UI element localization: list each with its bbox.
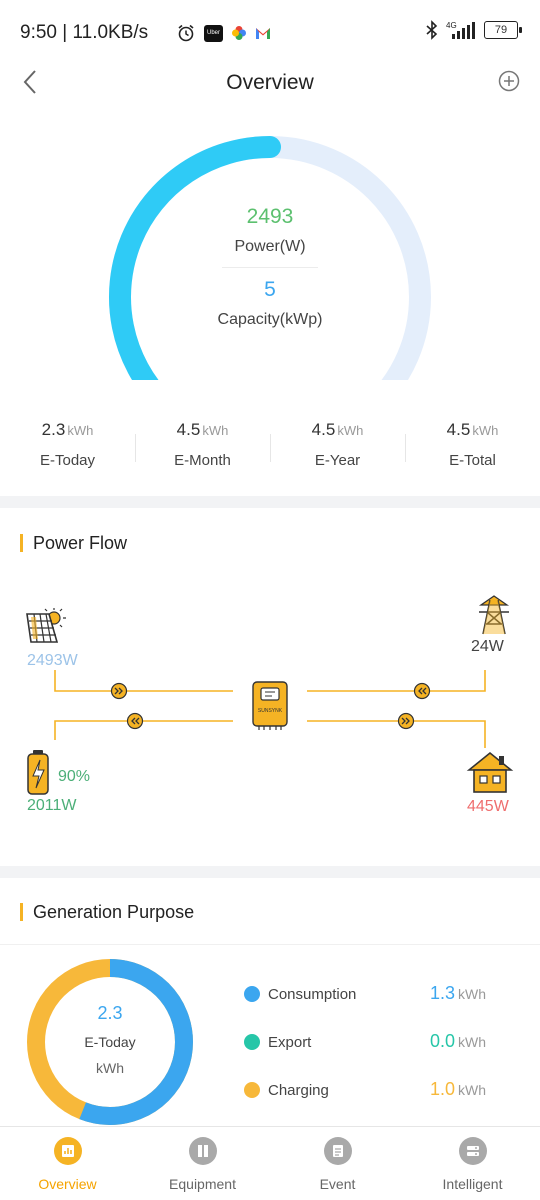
nav-label: Intelligent	[442, 1176, 503, 1192]
donut-value: 2.3	[97, 1003, 123, 1023]
legend-dot	[244, 1034, 260, 1050]
photos-icon	[232, 26, 246, 40]
nav-intelligent[interactable]: Intelligent	[405, 1127, 540, 1200]
grid-tower-icon	[478, 595, 510, 635]
legend-name: Charging	[268, 1082, 329, 1099]
legend-dot	[244, 986, 260, 1002]
legend-value: 1.3	[430, 983, 456, 1003]
solar-panel-icon	[26, 608, 66, 643]
legend-value-group: 0.0 kWh	[430, 1031, 486, 1052]
signal-icon: 4G	[446, 21, 475, 39]
flow-arrow-battery	[126, 712, 144, 730]
house-icon	[466, 751, 514, 793]
network-type: 4G	[446, 21, 457, 30]
uber-icon: Uber	[204, 24, 223, 42]
bluetooth-icon	[426, 20, 438, 40]
stat-label: E-Total	[449, 452, 496, 469]
inverter-brand: SUNSYNK	[258, 708, 283, 714]
stat-label: E-Year	[314, 452, 361, 469]
overview-icon	[53, 1137, 82, 1165]
legend-charging[interactable]: Charging 1.0 kWh	[244, 1078, 514, 1126]
stat-value: 4.5	[446, 420, 471, 439]
legend-value: 0.0	[430, 1031, 456, 1051]
inverter-icon: SUNSYNK	[252, 681, 288, 730]
solar-power: 2493W	[27, 652, 78, 669]
legend-name: Export	[268, 1034, 312, 1051]
generation-divider	[0, 944, 540, 945]
status-bar: 9:50 | 11.0KB/s Uber 4G 79	[0, 0, 540, 64]
legend-unit: kWh	[458, 1082, 487, 1098]
flow-arrow-solar	[110, 682, 128, 700]
legend-value-group: 1.3 kWh	[430, 983, 486, 1004]
gauge-readout: 2493 Power(W) 5 Capacity(kWp)	[170, 205, 370, 329]
stat-value: 2.3	[41, 420, 66, 439]
stat-e-month[interactable]: 4.5 kWh E-Month	[135, 420, 270, 480]
grid-power: 24W	[471, 638, 504, 655]
legend-value: 1.0	[430, 1079, 456, 1099]
capacity-value: 5	[264, 278, 276, 301]
stat-unit: kWh	[472, 423, 499, 438]
stat-label: E-Today	[39, 452, 96, 469]
section-divider	[0, 496, 540, 508]
stat-unit: kWh	[337, 423, 364, 438]
alarm-icon	[178, 24, 194, 42]
stat-value: 4.5	[311, 420, 336, 439]
stat-label: E-Month	[174, 452, 231, 469]
page-title: Overview	[226, 71, 314, 94]
generation-legend: Consumption 1.3 kWh Export 0.0 kWh Chargin…	[244, 982, 514, 1126]
gmail-icon	[256, 28, 270, 39]
nav-label: Event	[319, 1176, 356, 1192]
power-flow-title: Power Flow	[20, 534, 127, 552]
donut-readout: 2.3 E-Today kWh	[25, 1003, 195, 1076]
stat-e-today[interactable]: 2.3 kWh E-Today	[0, 420, 135, 480]
flow-lines: SUNSYNK	[26, 595, 514, 795]
capacity-label: Capacity(kWp)	[217, 311, 323, 328]
status-time-speed: 9:50 | 11.0KB/s	[20, 22, 149, 43]
legend-consumption[interactable]: Consumption 1.3 kWh	[244, 982, 514, 1030]
legend-value-group: 1.0 kWh	[430, 1079, 486, 1100]
stat-unit: kWh	[67, 423, 94, 438]
stat-value: 4.5	[176, 420, 201, 439]
generation-title: Generation Purpose	[20, 903, 194, 921]
status-right: 4G 79	[426, 20, 522, 40]
stat-unit: kWh	[202, 423, 229, 438]
legend-unit: kWh	[458, 986, 487, 1002]
equipment-icon	[188, 1137, 217, 1165]
legend-name: Consumption	[268, 986, 357, 1003]
legend-dot	[244, 1082, 260, 1098]
intelligent-icon	[458, 1137, 487, 1165]
power-value: 2493	[246, 205, 294, 228]
nav-label: Overview	[38, 1176, 97, 1192]
add-button[interactable]	[498, 70, 520, 92]
section-divider	[0, 866, 540, 878]
battery-icon	[27, 750, 49, 795]
donut-label: E-Today	[84, 1034, 136, 1050]
energy-stats: 2.3 kWh E-Today 4.5 kWh E-Month 4.5 kWh E-Y…	[0, 420, 540, 480]
event-icon	[323, 1137, 352, 1165]
nav-equipment[interactable]: Equipment	[135, 1127, 270, 1200]
flow-arrow-load	[397, 712, 415, 730]
legend-export[interactable]: Export 0.0 kWh	[244, 1030, 514, 1078]
gauge-divider	[222, 267, 318, 268]
battery-percent: 90%	[58, 768, 91, 785]
top-bar: Overview	[0, 64, 540, 104]
stat-e-year[interactable]: 4.5 kWh E-Year	[270, 420, 405, 480]
nav-label: Equipment	[169, 1176, 236, 1192]
nav-overview[interactable]: Overview	[0, 1127, 135, 1200]
donut-unit: kWh	[96, 1060, 124, 1076]
bottom-nav: Overview Equipment Event Intelligent	[0, 1126, 540, 1200]
battery-indicator: 79	[484, 21, 522, 39]
power-label: Power(W)	[234, 238, 306, 255]
status-app-icons: Uber	[176, 23, 271, 43]
load-power: 445W	[467, 798, 509, 815]
flow-arrow-grid	[413, 682, 431, 700]
stat-e-total[interactable]: 4.5 kWh E-Total	[405, 420, 540, 480]
power-flow-diagram: SUNSYNK 2493W 24W 90% 2011W 445W	[0, 580, 540, 840]
legend-unit: kWh	[458, 1034, 487, 1050]
battery-power: 2011W	[27, 797, 77, 814]
nav-event[interactable]: Event	[270, 1127, 405, 1200]
